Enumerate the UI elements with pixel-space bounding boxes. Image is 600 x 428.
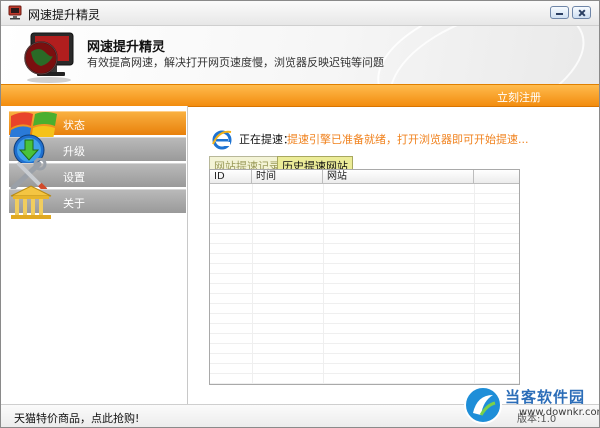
table-row	[210, 244, 519, 254]
table-row	[210, 194, 519, 204]
table-row	[210, 324, 519, 334]
status-label: 正在提速：	[239, 133, 294, 146]
window-title: 网速提升精灵	[28, 8, 101, 22]
column-divider	[474, 184, 475, 384]
column-header-id[interactable]: ID	[210, 170, 252, 183]
column-divider	[252, 184, 253, 384]
minimize-button[interactable]	[550, 6, 569, 19]
table-header: ID 时间 网站	[210, 170, 519, 184]
history-table[interactable]: ID 时间 网站	[209, 169, 520, 385]
table-row	[210, 204, 519, 214]
column-header-time[interactable]: 时间	[252, 170, 323, 183]
table-body	[210, 184, 519, 384]
sidebar-item-label: 升级	[63, 145, 85, 158]
sidebar-item-label: 设置	[63, 171, 85, 184]
ie-browser-icon	[212, 130, 232, 150]
table-row	[210, 184, 519, 194]
column-header-extra[interactable]	[474, 170, 519, 183]
header-subtitle: 有效提高网速，解决打开网页速度慢，浏览器反映迟钝等问题	[87, 56, 384, 69]
status-message: 提速引擎已准备就绪，打开浏览器即可开始提速...	[287, 133, 529, 146]
table-row	[210, 264, 519, 274]
title-bar[interactable]: 网速提升精灵	[1, 1, 599, 26]
header-banner: 网速提升精灵 有效提高网速，解决打开网页速度慢，浏览器反映迟钝等问题	[1, 26, 599, 84]
sidebar: 状态 升级 设置 关于	[1, 106, 188, 404]
watermark-title: 当客软件园	[505, 388, 586, 406]
table-row	[210, 364, 519, 374]
table-row	[210, 294, 519, 304]
table-row	[210, 354, 519, 364]
site-watermark: 当客软件园 www.downkr.com	[463, 383, 600, 427]
sidebar-item-label: 关于	[63, 197, 85, 210]
app-icon	[8, 5, 22, 20]
building-pillars-icon	[10, 185, 52, 219]
table-row	[210, 284, 519, 294]
table-row	[210, 224, 519, 234]
table-row	[210, 234, 519, 244]
logo-monitor-globe-icon	[24, 32, 74, 83]
column-divider	[323, 184, 324, 384]
table-row	[210, 334, 519, 344]
column-header-site[interactable]: 网站	[323, 170, 474, 183]
table-row	[210, 304, 519, 314]
watermark-url: www.downkr.com	[519, 407, 600, 418]
register-link[interactable]: 立刻注册	[497, 89, 541, 105]
sidebar-item-about[interactable]: 关于	[9, 185, 186, 219]
table-row	[210, 314, 519, 324]
table-row	[210, 274, 519, 284]
table-row	[210, 214, 519, 224]
app-window: 网速提升精灵 网速提升精灵 有效提高网速，解决打开网页速度慢，浏览器反映迟钝等问…	[0, 0, 600, 428]
close-button[interactable]	[572, 6, 591, 19]
table-row	[210, 254, 519, 264]
sidebar-item-label: 状态	[63, 119, 85, 132]
table-row	[210, 344, 519, 354]
watermark-logo-icon	[464, 386, 502, 424]
header-title: 网速提升精灵	[87, 40, 166, 55]
promo-link[interactable]: 天猫特价商品，点此抢购!	[14, 410, 139, 426]
top-bar: 立刻注册	[1, 84, 599, 107]
